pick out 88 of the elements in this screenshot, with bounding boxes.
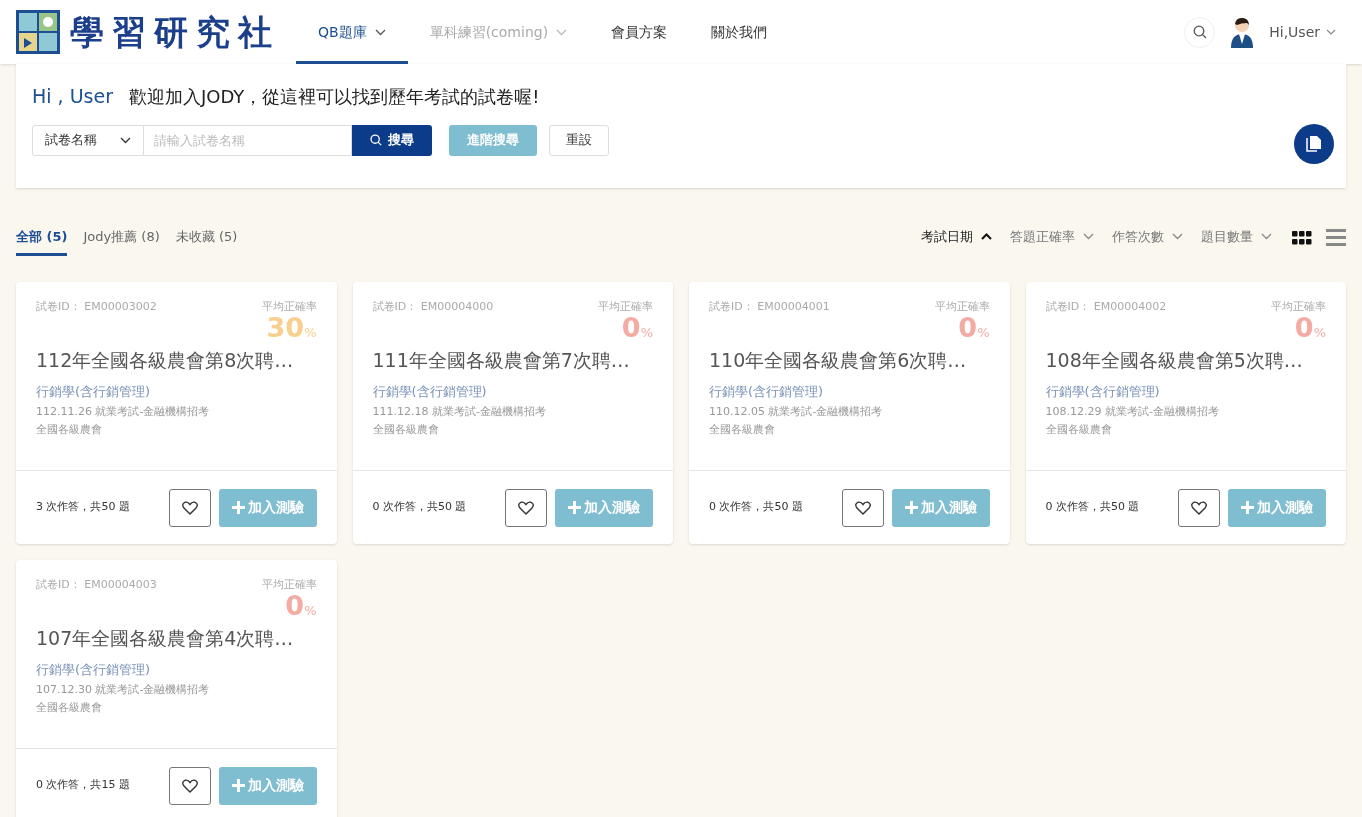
search-field[interactable]: 請輸入試卷名稱 — [144, 124, 352, 156]
user-menu[interactable]: Hi,User — [1269, 21, 1336, 43]
rate-label: 平均正確率 — [934, 299, 990, 315]
attempt-stats: 0 次作答，共50 題 — [1045, 499, 1140, 516]
copy-button[interactable] — [1294, 124, 1334, 164]
plus-icon — [904, 501, 918, 514]
rate-label: 平均正確率 — [598, 299, 653, 315]
nav-tab[interactable]: 會員方案 — [589, 0, 690, 64]
favorite-button[interactable] — [1178, 488, 1220, 527]
exam-title: 108年全國各級農會第5次聘… — [1045, 347, 1304, 373]
plus-icon — [568, 501, 581, 514]
accuracy-rate: 0% — [621, 313, 653, 341]
exam-date-type: 111.12.18 就業考試-金融機構招考 — [372, 403, 547, 420]
plus-icon — [231, 779, 245, 792]
heart-icon — [181, 500, 198, 515]
subject-text: 行銷學(含行銷管理) — [709, 383, 825, 401]
welcome-message: 歡迎加入JODY，從這裡可以找到歷年考試的試卷喔! — [129, 85, 540, 109]
accuracy-rate: 30% — [266, 313, 317, 341]
attempt-stats: 0 次作答，共50 題 — [372, 499, 467, 516]
greeting-text: Hi , User — [32, 84, 113, 109]
sort-option[interactable]: 作答次數 — [1112, 226, 1183, 256]
sort-option[interactable]: 考試日期 — [921, 226, 992, 256]
rate-label: 平均正確率 — [1271, 299, 1326, 315]
chevron-down-icon — [1172, 232, 1183, 240]
attempt-stats: 0 次作答，共15 題 — [36, 777, 130, 794]
favorite-button[interactable] — [505, 488, 547, 527]
favorite-button[interactable] — [168, 766, 211, 805]
accuracy-rate: 0% — [285, 591, 317, 619]
filter-tab[interactable]: 全部 (5) — [16, 226, 68, 256]
nav-tab[interactable]: 關於我們 — [689, 0, 790, 64]
reset-button[interactable]: 重設 — [549, 124, 609, 156]
chevron-up-icon — [981, 232, 992, 240]
exam-title: 111年全國各級農會第7次聘… — [372, 347, 631, 373]
organization-text: 全國各級農會 — [36, 700, 103, 716]
plus-icon — [231, 501, 245, 514]
exam-id: 試卷ID： EM00004000 — [372, 299, 494, 315]
subject-text: 行銷學(含行銷管理) — [36, 661, 152, 679]
organization-text: 全國各級農會 — [36, 422, 103, 438]
chevron-down-icon — [1261, 232, 1272, 240]
subject-text: 行銷學(含行銷管理) — [36, 383, 152, 401]
heart-icon — [518, 500, 534, 515]
exam-id: 試卷ID： EM00003002 — [36, 299, 157, 315]
organization-text: 全國各級農會 — [1045, 422, 1113, 438]
favorite-button[interactable] — [841, 488, 884, 527]
sort-option[interactable]: 題目數量 — [1201, 226, 1272, 256]
sort-option[interactable]: 答題正確率 — [1010, 226, 1094, 256]
subject-text: 行銷學(含行銷管理) — [372, 383, 488, 401]
search-icon — [1192, 25, 1207, 39]
chevron-down-icon — [374, 28, 386, 36]
organization-text: 全國各級農會 — [709, 422, 776, 438]
attempt-stats: 3 次作答，共50 題 — [36, 499, 130, 516]
field-select[interactable]: 試卷名稱 — [32, 124, 144, 156]
copy-icon — [1306, 135, 1322, 153]
chevron-down-icon — [120, 136, 131, 144]
logo-text: 學習研究社 — [70, 15, 280, 49]
favorite-button[interactable] — [168, 488, 211, 527]
chevron-down-icon — [1326, 29, 1336, 35]
subject-text: 行銷學(含行銷管理) — [1045, 383, 1161, 401]
rate-label: 平均正確率 — [261, 299, 317, 315]
chevron-down-icon — [1083, 232, 1094, 240]
heart-icon — [181, 778, 198, 793]
attempt-stats: 0 次作答，共50 題 — [709, 499, 803, 516]
list-view-icon[interactable] — [1326, 229, 1346, 246]
exam-id: 試卷ID： EM00004002 — [1045, 299, 1167, 315]
chevron-down-icon — [556, 28, 568, 36]
filter-tab[interactable]: Jody推薦 (8) — [83, 226, 160, 256]
exam-title: 112年全國各級農會第8次聘… — [36, 347, 295, 373]
exam-id: 試卷ID： EM00004001 — [709, 299, 830, 315]
accuracy-rate: 0% — [1294, 313, 1326, 341]
avatar-icon — [1229, 16, 1256, 48]
exam-date-type: 112.11.26 就業考試-金融機構招考 — [36, 403, 211, 420]
exam-date-type: 108.12.29 就業考試-金融機構招考 — [1045, 403, 1220, 420]
heart-icon — [1191, 500, 1207, 515]
grid-view-icon[interactable] — [1292, 230, 1312, 245]
puzzle-logo-icon — [16, 10, 60, 54]
exam-id: 試卷ID： EM00004003 — [36, 577, 157, 593]
search-icon — [370, 134, 382, 146]
search-button[interactable]: 搜尋 — [352, 124, 432, 156]
exam-date-type: 110.12.05 就業考試-金融機構招考 — [709, 403, 884, 420]
exam-title: 107年全國各級農會第4次聘… — [36, 625, 295, 651]
heart-icon — [854, 500, 871, 515]
exam-title: 110年全國各級農會第6次聘… — [709, 347, 968, 373]
rate-label: 平均正確率 — [261, 577, 317, 593]
organization-text: 全國各級農會 — [372, 422, 440, 438]
plus-icon — [1241, 501, 1254, 514]
filter-tab[interactable]: 未收藏 (5) — [175, 226, 238, 256]
accuracy-rate: 0% — [958, 313, 990, 341]
exam-date-type: 107.12.30 就業考試-金融機構招考 — [36, 681, 211, 698]
